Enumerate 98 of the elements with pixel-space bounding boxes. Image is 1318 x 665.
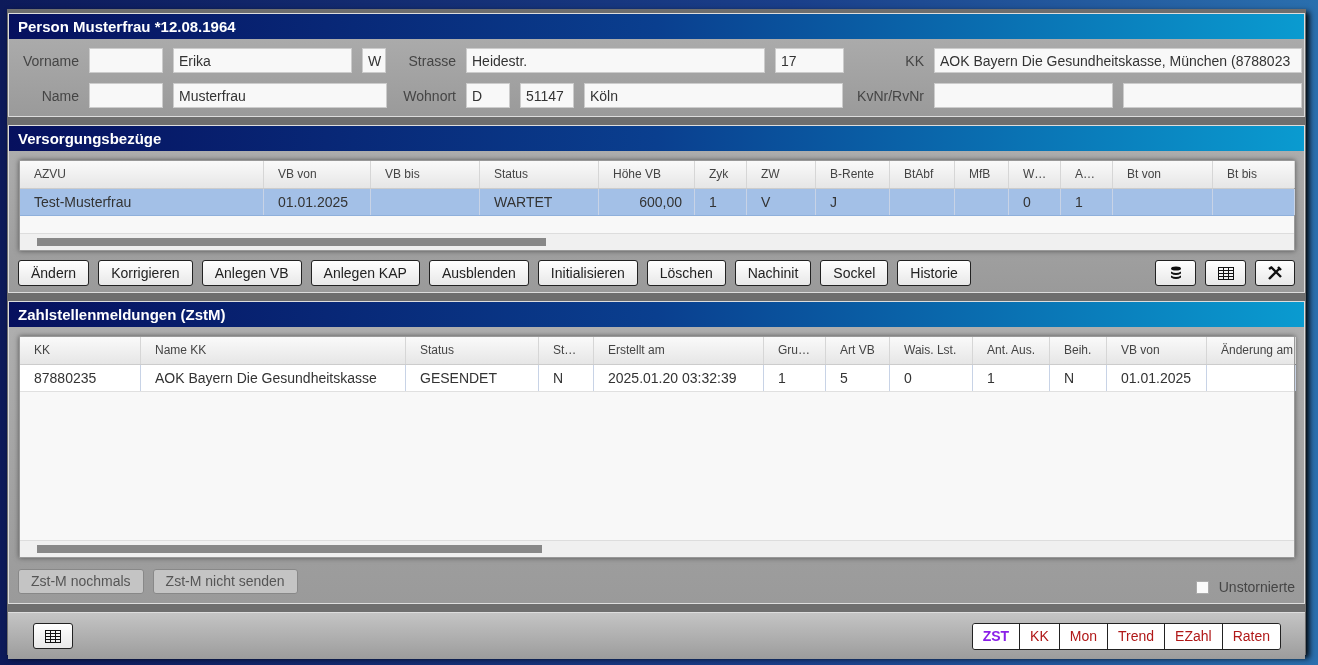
column-header[interactable]: Ant. Aus.	[973, 337, 1050, 364]
table-cell: 0	[904, 370, 912, 386]
input-field[interactable]: D	[466, 83, 510, 108]
column-header[interactable]: Art VB	[826, 337, 890, 364]
segment-tab[interactable]: EZahl	[1164, 623, 1222, 649]
column-header[interactable]: VB bis	[371, 161, 480, 188]
column-header[interactable]: Status	[480, 161, 599, 188]
field-label: Strasse	[407, 52, 456, 69]
table-cell: 1	[987, 370, 995, 386]
table-cell: 2025.01.20 03:32:39	[608, 370, 737, 386]
database-icon	[1169, 266, 1182, 280]
column-header[interactable]: Gru…	[764, 337, 826, 364]
column-header[interactable]: VB von	[1107, 337, 1207, 364]
input-field[interactable]: 17	[775, 48, 844, 73]
checkbox[interactable]	[1195, 580, 1209, 594]
scrollbar-thumb[interactable]	[37, 238, 546, 246]
table-cell: 5	[840, 370, 848, 386]
column-header[interactable]: A…	[1061, 161, 1113, 188]
action-button[interactable]: Anlegen VB	[201, 260, 302, 286]
action-button[interactable]: Löschen	[646, 260, 726, 286]
segment-tab[interactable]: KK	[1019, 623, 1059, 649]
segment-tab[interactable]: Trend	[1107, 623, 1165, 649]
table-cell: N	[553, 370, 564, 386]
column-header[interactable]: W…	[1009, 161, 1061, 188]
action-button[interactable]: Anlegen KAP	[310, 260, 420, 286]
table-cell: AOK Bayern Die Gesundheitskasse	[155, 370, 377, 386]
column-header[interactable]: ZW	[747, 161, 816, 188]
panel-title: Versorgungsbezüge	[9, 126, 1304, 151]
column-header[interactable]: B-Rente	[816, 161, 890, 188]
field-label: Name	[40, 87, 79, 104]
table-cell: 600,00	[639, 194, 682, 210]
action-button[interactable]: Historie	[897, 260, 971, 286]
table-cell: 1	[1075, 194, 1083, 210]
input-field[interactable]: AOK Bayern Die Gesundheitskasse, München (8788023	[934, 48, 1302, 73]
input-field[interactable]: Heidestr.	[466, 48, 765, 73]
column-header[interactable]: Bt von	[1113, 161, 1213, 188]
input-field[interactable]: Musterfrau	[173, 83, 387, 108]
table-cell: Test-Musterfrau	[34, 194, 132, 210]
input-field[interactable]	[1123, 83, 1302, 108]
table-cell: GESENDET	[420, 370, 497, 386]
input-field[interactable]: Erika	[173, 48, 352, 73]
input-field[interactable]	[934, 83, 1113, 108]
column-header[interactable]: Beih.	[1050, 337, 1107, 364]
input-field[interactable]: 51147	[520, 83, 574, 108]
field-label: KK	[904, 52, 924, 69]
checkbox-label: Unstornierte	[1218, 579, 1295, 595]
column-header[interactable]: VB von	[264, 161, 371, 188]
column-header[interactable]: St…	[539, 337, 594, 364]
table-cell: J	[830, 194, 837, 210]
input-field[interactable]: W	[362, 48, 386, 73]
table-cell: 1	[709, 194, 717, 210]
column-header[interactable]: Status	[406, 337, 539, 364]
table-cell: 1	[778, 370, 786, 386]
table-cell: 01.01.2025	[278, 194, 349, 210]
action-button[interactable]: Nachinit	[734, 260, 812, 286]
column-header[interactable]: BtAbf	[890, 161, 955, 188]
tools-button[interactable]	[1255, 260, 1295, 286]
action-button[interactable]: Ausblenden	[428, 260, 529, 286]
table-row[interactable]: Test-Musterfrau 01.01.2025 WARTET 600,00 1 V J 0 1	[20, 189, 1294, 216]
table-cell: 87880235	[34, 370, 97, 386]
table-button[interactable]	[33, 623, 73, 649]
column-header[interactable]: KK	[20, 337, 141, 364]
database-button[interactable]	[1155, 260, 1196, 286]
field-label: KvNr/RvNr	[856, 87, 924, 104]
table-button[interactable]	[1205, 260, 1246, 286]
table-cell: N	[1064, 370, 1075, 386]
table-cell: V	[761, 194, 771, 210]
segment-tab[interactable]: Raten	[1221, 623, 1280, 649]
panel-title: Zahlstellenmeldungen (ZstM)	[9, 302, 1304, 327]
column-header[interactable]: Wais. Lst.	[890, 337, 973, 364]
panel-title: Person Musterfrau *12.08.1964	[9, 14, 1304, 39]
input-field[interactable]: Köln	[584, 83, 843, 108]
field-label: Vorname	[21, 52, 79, 69]
segment-tab[interactable]: ZST	[972, 623, 1020, 649]
column-header[interactable]: Erstellt am	[594, 337, 764, 364]
column-header[interactable]: Bt bis	[1213, 161, 1295, 188]
action-button[interactable]: Sockel	[820, 260, 889, 286]
input-field[interactable]	[89, 83, 163, 108]
action-button[interactable]: Ändern	[18, 260, 90, 286]
column-header[interactable]: Name KK	[141, 337, 406, 364]
table-cell: WARTET	[494, 194, 553, 210]
table-cell: 0	[1023, 194, 1031, 210]
table-icon	[45, 629, 61, 643]
column-header[interactable]: Höhe VB	[599, 161, 695, 188]
scrollbar-thumb[interactable]	[37, 545, 542, 553]
column-header[interactable]: MfB	[955, 161, 1009, 188]
column-header[interactable]: AZVU	[20, 161, 264, 188]
segment-tab[interactable]: Mon	[1058, 623, 1107, 649]
table-cell: 01.01.2025	[1121, 370, 1192, 386]
action-button[interactable]: Korrigieren	[98, 260, 193, 286]
table-row[interactable]: 87880235 AOK Bayern Die Gesundheitskasse GESENDET N 2025.01.20 03:32:39 1 5 0 1 N 01.01.2025	[20, 365, 1294, 392]
table-icon	[1217, 266, 1234, 280]
column-header[interactable]: Zyk	[695, 161, 747, 188]
field-label: Wohnort	[402, 87, 456, 104]
input-field[interactable]	[89, 48, 163, 73]
tools-icon	[1267, 265, 1283, 281]
action-button[interactable]: Initialisieren	[537, 260, 638, 286]
column-header[interactable]: Änderung am	[1207, 337, 1296, 364]
